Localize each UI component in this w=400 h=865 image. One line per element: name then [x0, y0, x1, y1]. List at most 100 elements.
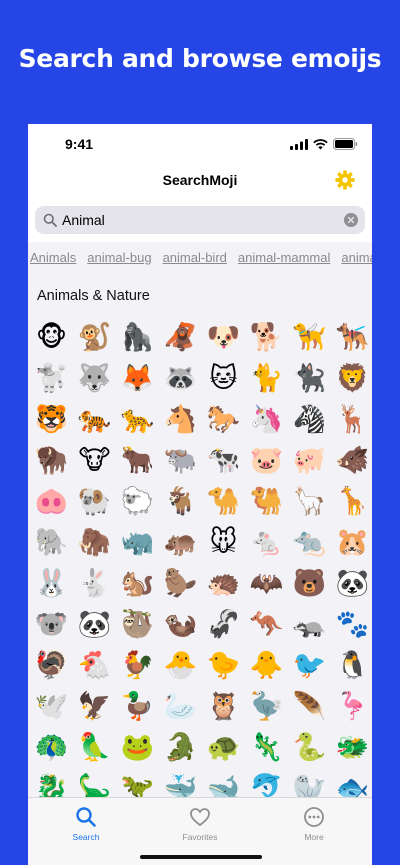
emoji-cell[interactable]: 🦚 [30, 727, 73, 768]
emoji-cell[interactable]: 🐁 [245, 522, 288, 563]
emoji-cell[interactable]: 🦛 [159, 522, 202, 563]
search-input[interactable] [62, 212, 332, 228]
emoji-cell[interactable]: 🐇 [73, 563, 116, 604]
emoji-cell[interactable]: 🦊 [116, 358, 159, 399]
emoji-cell[interactable]: 🐐 [159, 481, 202, 522]
emoji-cell[interactable]: 🦎 [245, 727, 288, 768]
emoji-cell[interactable]: 🦃 [30, 645, 73, 686]
emoji-cell[interactable]: 🦄 [245, 399, 288, 440]
emoji-cell[interactable]: 🦮 [288, 317, 331, 358]
emoji-cell[interactable]: 🐃 [159, 440, 202, 481]
emoji-cell[interactable]: 🐻 [288, 563, 331, 604]
emoji-cell[interactable]: 🐏 [73, 481, 116, 522]
emoji-cell[interactable]: 🐼 [331, 563, 372, 604]
emoji-cell[interactable]: 🦁 [331, 358, 372, 399]
emoji-cell[interactable]: 🐧 [331, 645, 372, 686]
tag-link[interactable]: animal-mammal [238, 243, 330, 279]
emoji-cell[interactable]: 🐹 [331, 522, 372, 563]
emoji-cell[interactable]: 🦙 [288, 481, 331, 522]
emoji-cell[interactable]: 🐀 [288, 522, 331, 563]
emoji-cell[interactable]: 🦦 [159, 604, 202, 645]
emoji-cell[interactable]: 🐄 [202, 440, 245, 481]
emoji-cell[interactable]: 🦉 [202, 686, 245, 727]
emoji-cell[interactable]: 🐕 [245, 317, 288, 358]
emoji-cell[interactable]: 🦝 [159, 358, 202, 399]
emoji-cell[interactable]: 🐤 [202, 645, 245, 686]
emoji-cell[interactable]: 🦏 [116, 522, 159, 563]
emoji-cell[interactable]: 🐮 [73, 440, 116, 481]
emoji-cell[interactable]: 🦩 [331, 686, 372, 727]
emoji-cell[interactable]: 🦬 [30, 440, 73, 481]
emoji-cell[interactable]: 🐗 [331, 440, 372, 481]
emoji-cell[interactable]: 🐰 [30, 563, 73, 604]
emoji-cell[interactable]: 🐕‍🦺 [331, 317, 372, 358]
emoji-cell[interactable]: 🐿️ [116, 563, 159, 604]
emoji-cell[interactable]: 🐑 [116, 481, 159, 522]
tag-link[interactable]: animal-bug [87, 243, 151, 279]
emoji-cell[interactable]: 🐅 [73, 399, 116, 440]
emoji-cell[interactable]: 🦜 [73, 727, 116, 768]
emoji-cell[interactable]: 🐪 [202, 481, 245, 522]
emoji-cell[interactable]: 🐈‍⬛ [288, 358, 331, 399]
emoji-cell[interactable]: 🐷 [245, 440, 288, 481]
emoji-cell[interactable]: 🦫 [159, 563, 202, 604]
emoji-cell[interactable]: 🦔 [202, 563, 245, 604]
emoji-cell[interactable]: 🦅 [73, 686, 116, 727]
emoji-cell[interactable]: 🦡 [288, 604, 331, 645]
emoji-cell[interactable]: 🐱 [202, 358, 245, 399]
emoji-cell[interactable]: 🦤 [245, 686, 288, 727]
emoji-cell[interactable]: 🦨 [202, 604, 245, 645]
gear-icon[interactable] [334, 169, 356, 191]
emoji-cell[interactable]: 🐼 [73, 604, 116, 645]
search-bar[interactable] [35, 206, 365, 234]
emoji-cell[interactable]: 🦒 [331, 481, 372, 522]
emoji-cell[interactable]: 🐫 [245, 481, 288, 522]
emoji-cell[interactable]: 🐢 [202, 727, 245, 768]
emoji-cell[interactable]: 🐍 [288, 727, 331, 768]
emoji-cell[interactable]: 🐲 [331, 727, 372, 768]
emoji-cell[interactable]: 🐎 [202, 399, 245, 440]
emoji-cell[interactable]: 🦥 [116, 604, 159, 645]
tab-favorites[interactable]: Favorites [170, 806, 230, 842]
tag-link[interactable]: Animals [30, 243, 76, 279]
emoji-cell[interactable]: 🦧 [159, 317, 202, 358]
tab-more[interactable]: More [284, 806, 344, 842]
emoji-cell[interactable]: 🐴 [159, 399, 202, 440]
emoji-cell[interactable]: 🐊 [159, 727, 202, 768]
tab-search[interactable]: Search [56, 806, 116, 842]
emoji-cell[interactable]: 🐯 [30, 399, 73, 440]
emoji-cell[interactable]: 🐩 [30, 358, 73, 399]
emoji-cell[interactable]: 🦆 [116, 686, 159, 727]
emoji-cell[interactable]: 🦍 [116, 317, 159, 358]
emoji-cell[interactable]: 🦓 [288, 399, 331, 440]
emoji-cell[interactable]: 🐽 [30, 481, 73, 522]
emoji-cell[interactable]: 🐭 [202, 522, 245, 563]
emoji-cell[interactable]: 🐂 [116, 440, 159, 481]
clear-icon[interactable] [344, 213, 358, 227]
emoji-cell[interactable]: 🐒 [73, 317, 116, 358]
emoji-cell[interactable]: 🐓 [116, 645, 159, 686]
emoji-cell[interactable]: 🕊️ [30, 686, 73, 727]
emoji-cell[interactable]: 🦌 [331, 399, 372, 440]
emoji-cell[interactable]: 🦢 [159, 686, 202, 727]
emoji-cell[interactable]: 🐣 [159, 645, 202, 686]
emoji-cell[interactable]: 🦘 [245, 604, 288, 645]
emoji-cell[interactable]: 🐨 [30, 604, 73, 645]
emoji-cell[interactable]: 🐘 [30, 522, 73, 563]
emoji-cell[interactable]: 🐖 [288, 440, 331, 481]
emoji-cell[interactable]: 🐺 [73, 358, 116, 399]
emoji-cell[interactable]: 🐆 [116, 399, 159, 440]
tag-link[interactable]: animal-amphibian [341, 243, 372, 279]
emoji-cell[interactable]: 🦣 [73, 522, 116, 563]
emoji-cell[interactable]: 🦇 [245, 563, 288, 604]
emoji-cell[interactable]: 🐾 [331, 604, 372, 645]
emoji-cell[interactable]: 🐔 [73, 645, 116, 686]
tag-link[interactable]: animal-bird [163, 243, 227, 279]
emoji-cell[interactable]: 🐸 [116, 727, 159, 768]
emoji-cell[interactable]: 🐶 [202, 317, 245, 358]
emoji-cell[interactable]: 🐦 [288, 645, 331, 686]
emoji-cell[interactable]: 🪶 [288, 686, 331, 727]
emoji-cell[interactable]: 🐥 [245, 645, 288, 686]
emoji-cell[interactable]: 🐵 [30, 317, 73, 358]
emoji-cell[interactable]: 🐈 [245, 358, 288, 399]
